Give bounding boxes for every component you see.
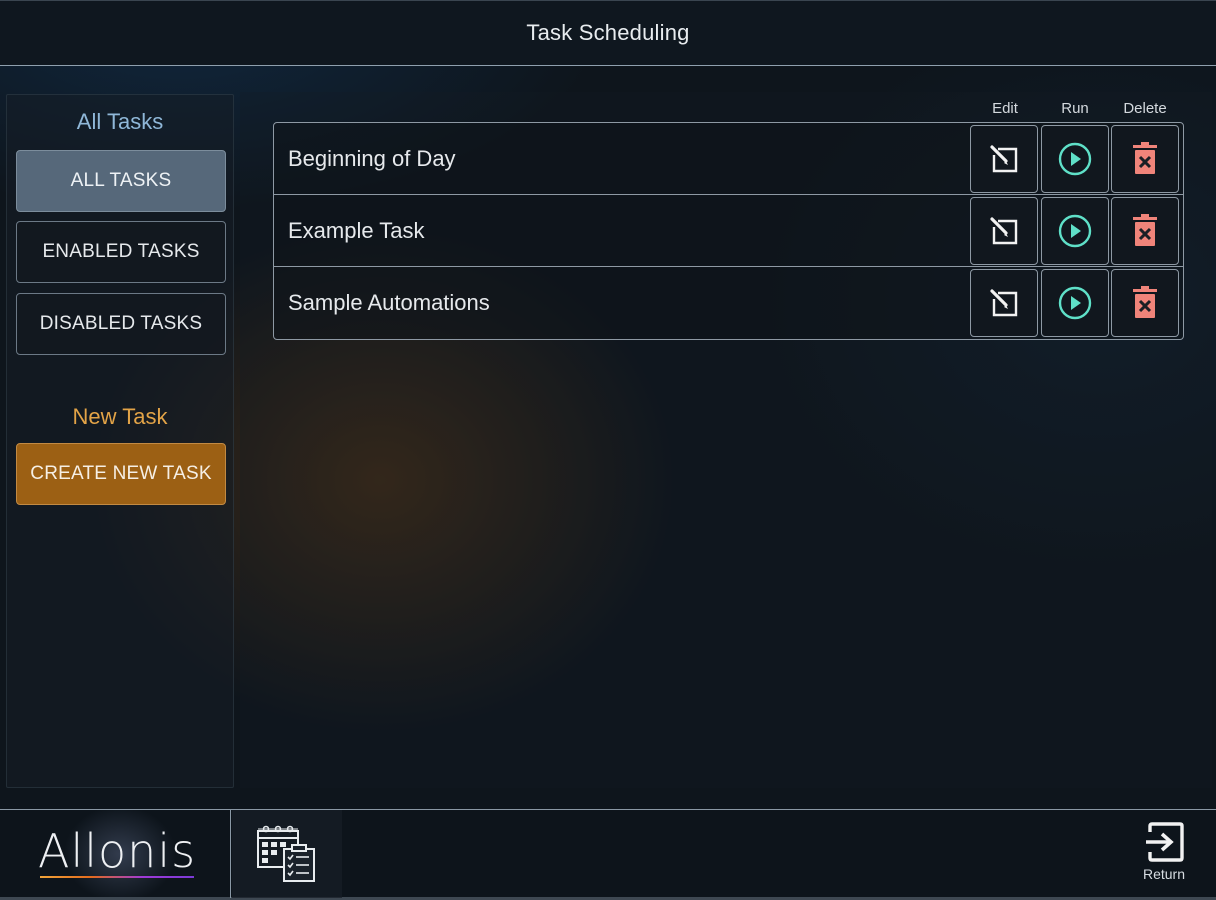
sidebar: All Tasks ALL TASKS ENABLED TASKS DISABL… bbox=[6, 94, 234, 788]
task-name: Example Task bbox=[288, 218, 425, 243]
trash-icon bbox=[1133, 214, 1157, 246]
return-label: Return bbox=[1142, 866, 1186, 882]
return-button[interactable]: Return bbox=[1126, 820, 1202, 890]
edit-column-header: Edit bbox=[992, 100, 1018, 117]
page-title: Task Scheduling bbox=[526, 20, 690, 45]
edit-task-button[interactable] bbox=[970, 125, 1038, 193]
trash-icon bbox=[1133, 142, 1157, 174]
task-panel: Edit Run Delete Beginning of Day Example… bbox=[240, 92, 1212, 788]
title-bar: Task Scheduling bbox=[0, 0, 1216, 66]
enabled-tasks-button[interactable]: ENABLED TASKS bbox=[16, 221, 226, 283]
exit-icon bbox=[1146, 822, 1184, 862]
logo-underline bbox=[40, 876, 194, 878]
delete-task-button[interactable] bbox=[1111, 269, 1179, 337]
all-tasks-button-label: ALL TASKS bbox=[70, 170, 172, 191]
task-list: Beginning of Day Example Task Sample Aut… bbox=[273, 122, 1184, 340]
task-row: Example Task bbox=[274, 195, 1183, 267]
play-circle-icon bbox=[1058, 286, 1092, 320]
play-circle-icon bbox=[1058, 214, 1092, 248]
task-row: Beginning of Day bbox=[274, 123, 1183, 195]
disabled-tasks-button[interactable]: DISABLED TASKS bbox=[16, 293, 226, 355]
logo: Allonis bbox=[0, 810, 231, 898]
edit-icon bbox=[990, 217, 1018, 245]
all-tasks-button[interactable]: ALL TASKS bbox=[16, 150, 226, 212]
footer-bar: Allonis Return bbox=[0, 809, 1216, 900]
run-task-button[interactable] bbox=[1041, 269, 1109, 337]
run-column-header: Run bbox=[1061, 100, 1089, 117]
edit-icon bbox=[990, 289, 1018, 317]
delete-task-button[interactable] bbox=[1111, 197, 1179, 265]
all-tasks-heading: All Tasks bbox=[76, 109, 164, 134]
create-new-task-button-label: CREATE NEW TASK bbox=[30, 463, 212, 484]
run-task-button[interactable] bbox=[1041, 197, 1109, 265]
delete-task-button[interactable] bbox=[1111, 125, 1179, 193]
calendar-button[interactable] bbox=[232, 810, 342, 898]
logo-text: Allonis bbox=[38, 824, 197, 878]
disabled-tasks-button-label: DISABLED TASKS bbox=[39, 313, 203, 334]
edit-task-button[interactable] bbox=[970, 197, 1038, 265]
new-task-heading: New Task bbox=[72, 404, 168, 429]
edit-task-button[interactable] bbox=[970, 269, 1038, 337]
edit-icon bbox=[990, 145, 1018, 173]
play-circle-icon bbox=[1058, 142, 1092, 176]
create-new-task-button[interactable]: CREATE NEW TASK bbox=[16, 443, 226, 505]
task-name: Beginning of Day bbox=[288, 146, 456, 171]
task-row: Sample Automations bbox=[274, 267, 1183, 339]
app-root: Task Scheduling All Tasks ALL TASKS ENAB… bbox=[0, 0, 1216, 900]
run-task-button[interactable] bbox=[1041, 125, 1109, 193]
task-name: Sample Automations bbox=[288, 290, 490, 315]
trash-icon bbox=[1133, 286, 1157, 318]
enabled-tasks-button-label: ENABLED TASKS bbox=[42, 241, 200, 262]
calendar-tasks-icon bbox=[257, 825, 315, 882]
delete-column-header: Delete bbox=[1123, 100, 1167, 117]
